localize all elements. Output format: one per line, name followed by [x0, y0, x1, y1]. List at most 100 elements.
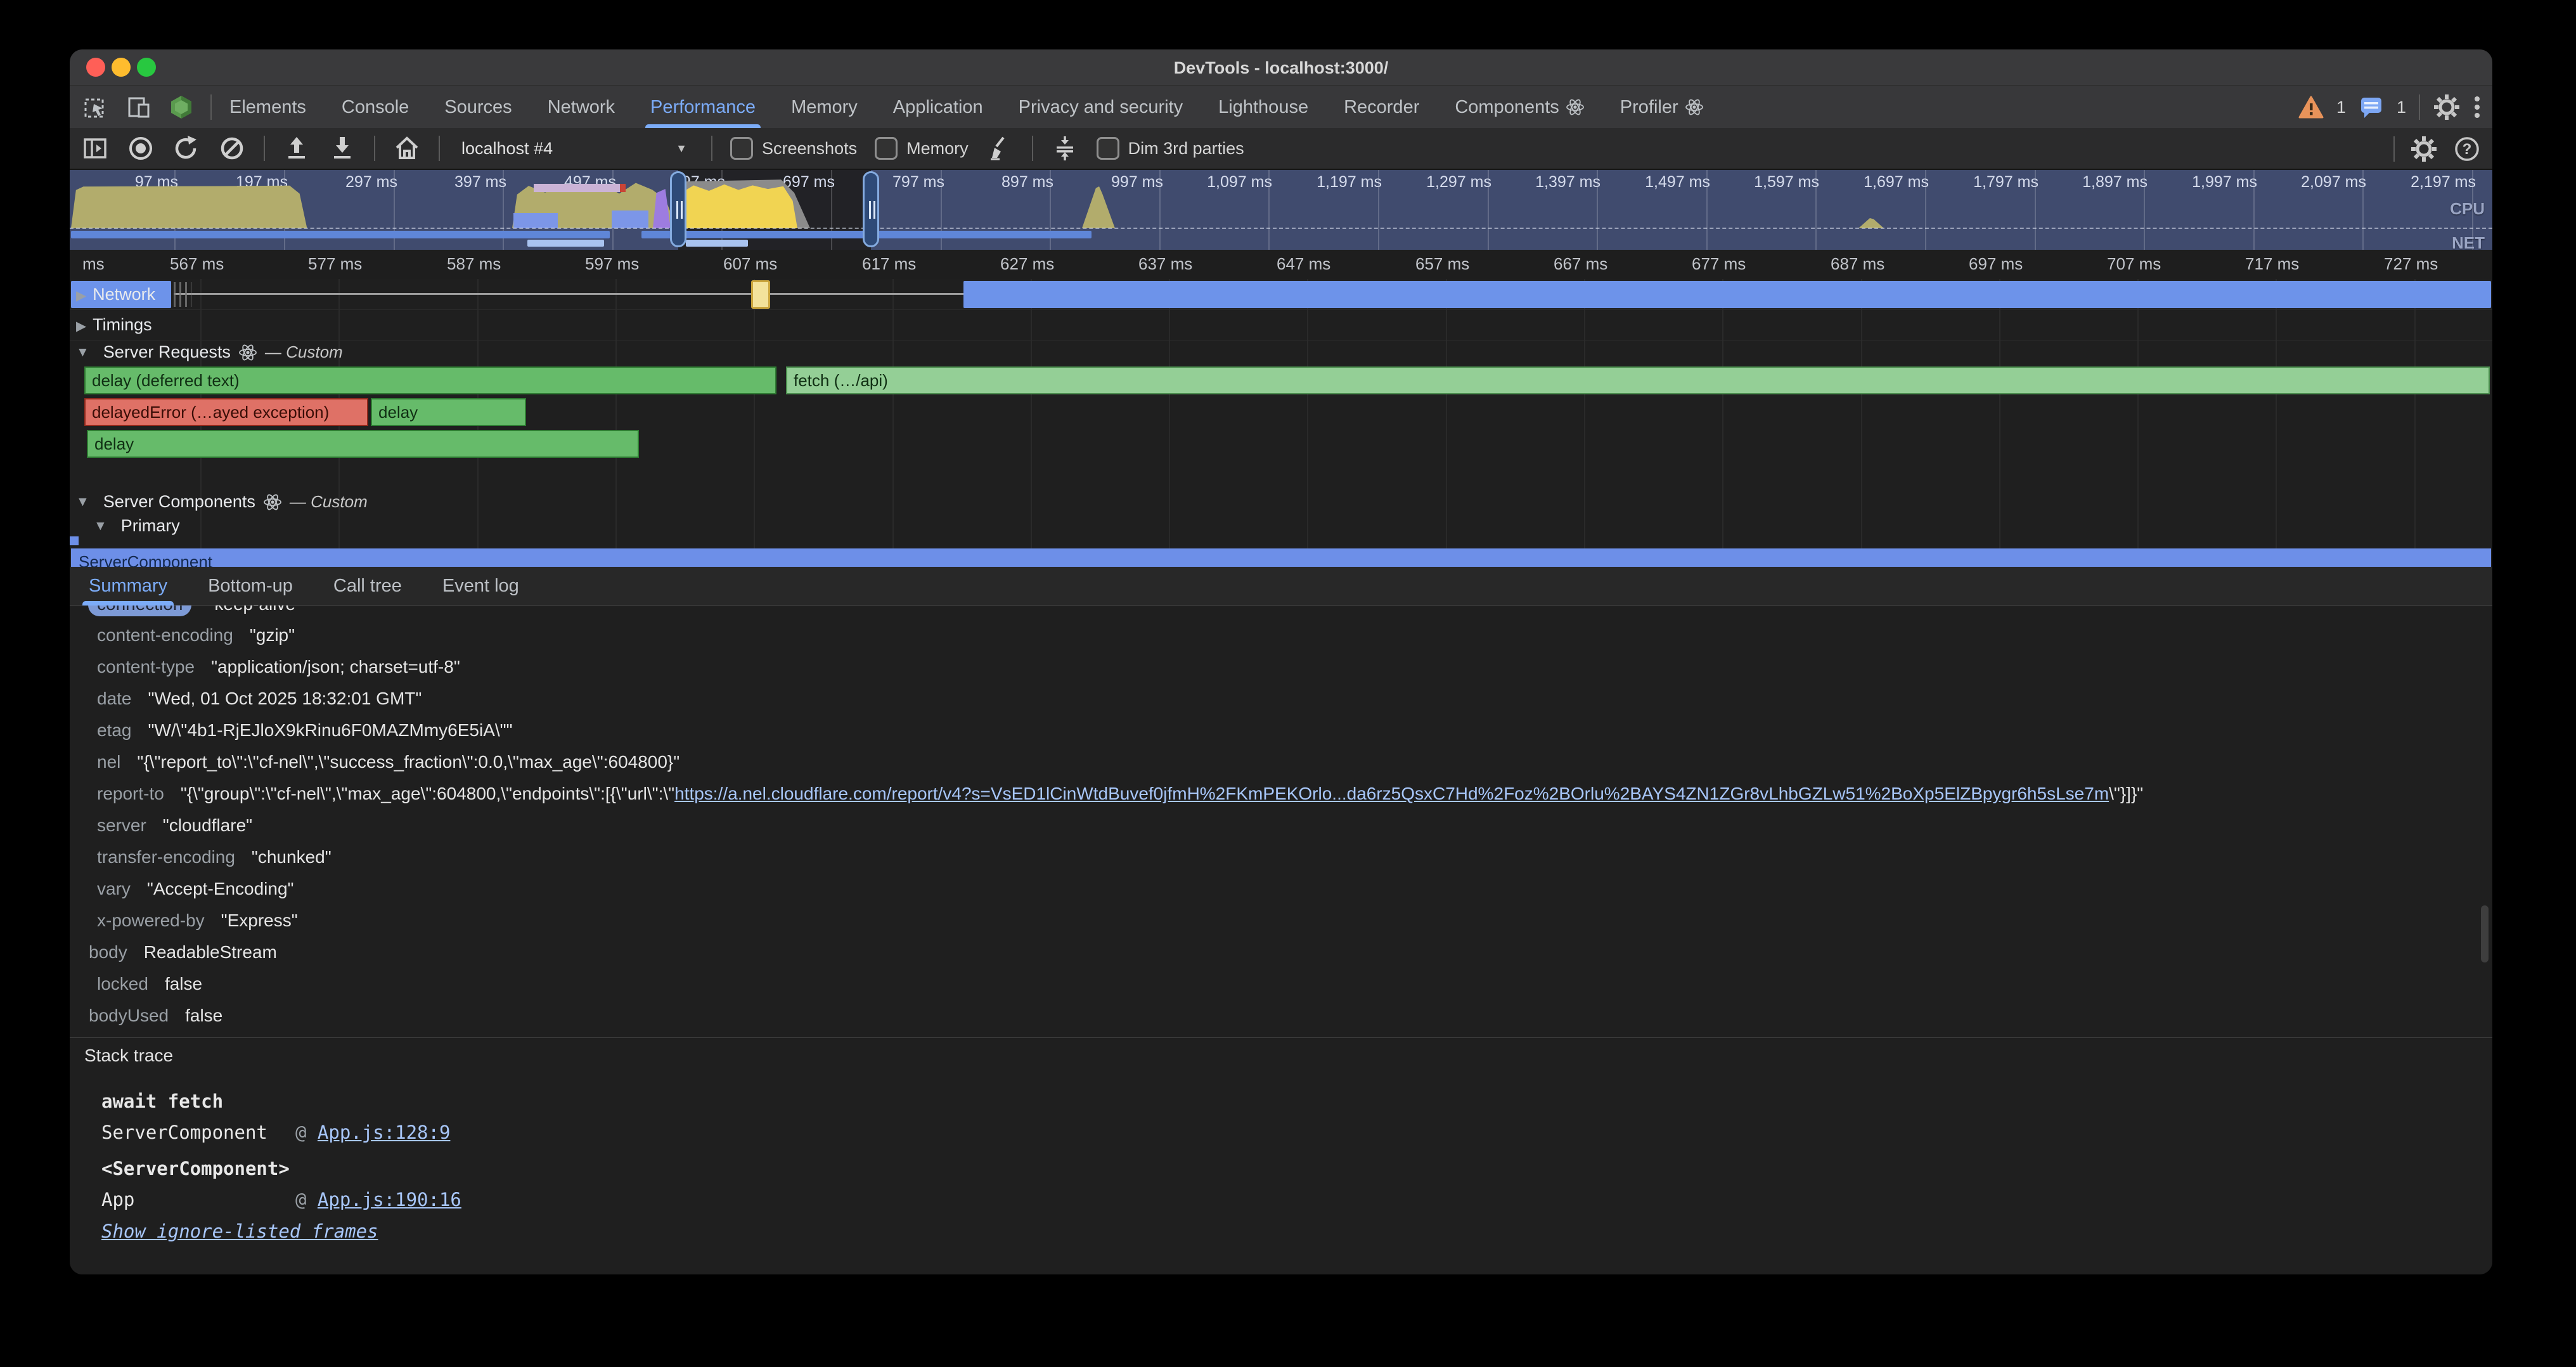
tab-memory[interactable]: Memory	[791, 86, 858, 129]
group-primary[interactable]: ▼ Primary	[94, 516, 180, 536]
property-value: "W/\"4b1-RjEJloX9kRinu6F0MAZMmy6E5iA\""	[148, 720, 513, 740]
selection-handle-left[interactable]	[670, 171, 686, 247]
disclosure-collapsed-icon[interactable]: ▶	[76, 288, 86, 303]
tab-recorder[interactable]: Recorder	[1344, 86, 1419, 129]
overview-net-bar-light	[686, 240, 748, 247]
ruler-tick-label: 587 ms	[447, 254, 501, 274]
tab-privacy-and-security[interactable]: Privacy and security	[1019, 86, 1183, 129]
divider	[70, 1037, 2492, 1038]
tab-lighthouse[interactable]: Lighthouse	[1218, 86, 1308, 129]
checkbox-icon	[875, 137, 898, 160]
long-task-error-tip	[620, 184, 626, 192]
property-value: "Wed, 01 Oct 2025 18:32:01 GMT"	[148, 689, 422, 708]
details-tab-bottom-up[interactable]: Bottom-up	[208, 567, 293, 606]
details-tabbar: Summary Bottom-up Call tree Event log	[70, 567, 2492, 606]
issues-count: 1	[2397, 98, 2406, 117]
nodejs-icon[interactable]	[169, 94, 194, 120]
overview-tick-label: 1,797 ms	[1973, 173, 2038, 191]
details-tab-summary[interactable]: Summary	[89, 567, 167, 606]
flame-chart[interactable]: ▶Network ▶Timings ▼ Server Requests — Cu…	[70, 279, 2492, 567]
warning-icon[interactable]	[2298, 95, 2324, 119]
tab-profiler[interactable]: Profiler	[1620, 86, 1704, 129]
overview-tick-label: 1,897 ms	[2082, 173, 2148, 191]
memory-checkbox[interactable]: Memory	[875, 137, 969, 160]
download-profile-icon[interactable]	[328, 134, 356, 162]
overview-tick-label: 297 ms	[345, 173, 397, 191]
flame-event-bar[interactable]: delay	[371, 398, 526, 426]
overview-net-bar	[71, 231, 610, 238]
cpu-track-label: CPU	[2450, 199, 2485, 219]
profile-select[interactable]: localhost #4 ▼	[458, 133, 693, 164]
ruler-tick-label: 637 ms	[1138, 254, 1192, 274]
screenshots-checkbox[interactable]: Screenshots	[730, 137, 857, 160]
disclosure-expanded-icon[interactable]: ▼	[94, 519, 107, 534]
flame-event-bar[interactable]: fetch (…/api)	[786, 366, 2490, 394]
flame-event-bar[interactable]: ServerComponent	[71, 548, 2491, 567]
property-row: report-to"{\"group\":\"cf-nel\",\"max_ag…	[70, 782, 2492, 805]
source-location-link[interactable]: App.js:128:9	[318, 1122, 451, 1143]
timeline-overview[interactable]: 97 ms197 ms297 ms397 ms497 ms597 ms697 m…	[70, 170, 2492, 250]
scrollbar-thumb[interactable]	[2481, 905, 2489, 962]
tab-application[interactable]: Application	[893, 86, 983, 129]
divider	[210, 94, 212, 120]
group-server-requests[interactable]: ▼ Server Requests — Custom	[76, 342, 343, 362]
details-tab-event-log[interactable]: Event log	[442, 567, 519, 606]
collect-garbage-icon[interactable]	[986, 134, 1014, 162]
flame-event-bar[interactable]: delayedError (…ayed exception)	[84, 398, 368, 426]
capture-settings-gear-icon[interactable]	[2410, 135, 2438, 163]
overview-tick-label: 2,197 ms	[2411, 173, 2476, 191]
record-button[interactable]	[127, 134, 155, 162]
divider	[1032, 136, 1033, 161]
selection-handle-right[interactable]	[863, 171, 879, 247]
tab-performance[interactable]: Performance	[650, 86, 756, 129]
flame-event-bar[interactable]: delay	[87, 430, 639, 458]
source-location-link[interactable]: App.js:190:16	[318, 1189, 461, 1210]
show-ignore-listed-frames-link[interactable]: Show ignore-listed frames	[101, 1220, 378, 1243]
clear-button[interactable]	[218, 134, 246, 162]
tab-sources[interactable]: Sources	[444, 86, 512, 129]
overview-tick-label: 1,197 ms	[1317, 173, 1382, 191]
inspect-element-icon[interactable]	[82, 94, 109, 120]
compress-tracks-icon[interactable]	[1051, 134, 1079, 162]
toggle-sidebar-icon[interactable]	[81, 134, 109, 162]
disclosure-expanded-icon[interactable]: ▼	[76, 345, 89, 360]
tab-elements[interactable]: Elements	[229, 86, 306, 129]
cpu-activity	[1082, 186, 1115, 228]
network-request-bar[interactable]	[963, 281, 2491, 308]
disclosure-expanded-icon[interactable]: ▼	[76, 495, 89, 510]
ruler-tick-label: 577 ms	[308, 254, 362, 274]
reload-record-button[interactable]	[172, 134, 200, 162]
flame-gridline	[892, 279, 894, 567]
issues-icon[interactable]	[2359, 94, 2384, 120]
track-resize-grip[interactable]	[174, 282, 191, 307]
overview-tick-label: 897 ms	[1001, 173, 1053, 191]
timeline-ruler: ms 567 ms577 ms587 ms597 ms607 ms617 ms6…	[70, 250, 2492, 280]
settings-gear-icon[interactable]	[2433, 93, 2461, 121]
selected-network-event[interactable]	[751, 280, 770, 309]
flame-gridline	[1446, 279, 1447, 567]
tab-console[interactable]: Console	[342, 86, 409, 129]
tab-network[interactable]: Network	[548, 86, 615, 129]
net-separator	[70, 228, 2492, 229]
property-key: vary	[97, 878, 131, 900]
react-atom-icon	[1685, 98, 1704, 117]
flame-gridline	[1584, 279, 1585, 567]
group-server-components[interactable]: ▼ Server Components — Custom	[76, 492, 368, 512]
flame-event-bar[interactable]: delay (deferred text)	[84, 366, 776, 394]
svg-text:?: ?	[2463, 141, 2472, 158]
overview-net-bar-light	[527, 240, 604, 247]
ruler-tick-label: 667 ms	[1554, 254, 1607, 274]
chevron-down-icon: ▼	[676, 142, 687, 155]
device-toolbar-icon[interactable]	[126, 94, 152, 120]
dim-3rd-parties-checkbox[interactable]: Dim 3rd parties	[1097, 137, 1244, 160]
home-icon[interactable]	[393, 134, 421, 162]
cpu-activity	[1858, 218, 1884, 228]
details-tab-call-tree[interactable]: Call tree	[333, 567, 402, 606]
upload-profile-icon[interactable]	[283, 134, 311, 162]
desktop-background: DevTools - localhost:3000/ ElementsConso…	[0, 0, 2576, 1367]
url-link[interactable]: https://a.nel.cloudflare.com/report/v4?s…	[674, 784, 2109, 803]
disclosure-collapsed-icon[interactable]: ▶	[76, 319, 86, 334]
help-icon[interactable]: ?	[2453, 135, 2481, 163]
tab-components[interactable]: Components	[1455, 86, 1584, 129]
kebab-menu-icon[interactable]	[2473, 93, 2481, 121]
